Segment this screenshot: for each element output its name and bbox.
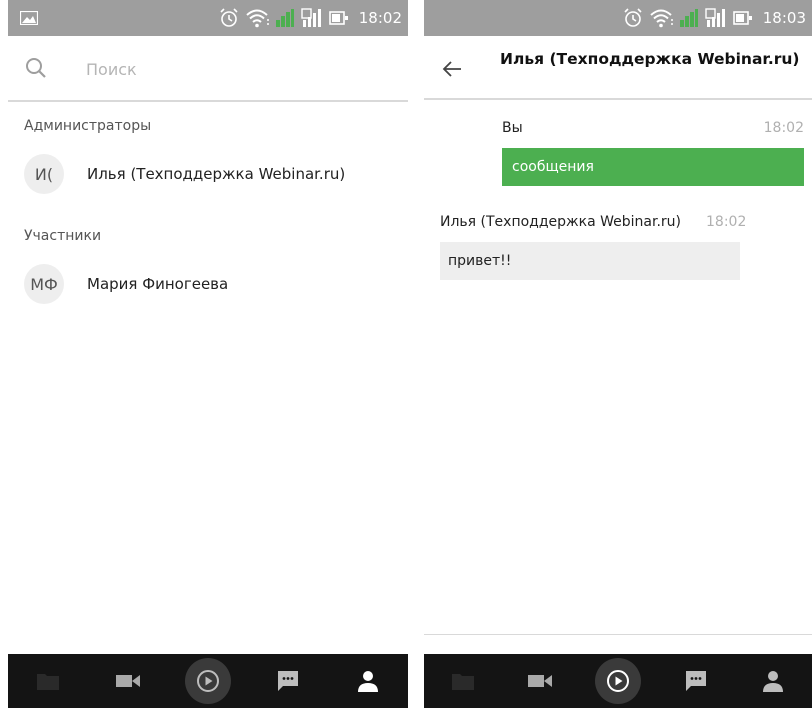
chat-header: Илья (Техподдержка Webinar.ru) xyxy=(424,36,812,100)
search-icon xyxy=(26,58,46,78)
search-bar xyxy=(8,36,408,102)
person-icon xyxy=(763,671,784,692)
signal-sim2-icon xyxy=(705,8,725,27)
incoming-message-bubble: привет!! xyxy=(440,242,740,280)
user-row-admin[interactable]: И( Илья (Техподдержка Webinar.ru) xyxy=(8,146,408,202)
search-input[interactable] xyxy=(84,50,388,88)
section-title-participants: Участники xyxy=(24,228,102,244)
alarm-icon xyxy=(624,8,642,27)
message-author: Илья (Техподдержка Webinar.ru) xyxy=(440,214,682,230)
nav-video[interactable] xyxy=(105,658,151,704)
participants-screen: 18:02 Администраторы И( Илья (Техподдерж… xyxy=(8,0,408,708)
battery-icon xyxy=(328,11,348,25)
status-time: 18:02 xyxy=(358,9,402,27)
my-message-bubble: сообщения xyxy=(502,148,804,186)
status-bar: 18:02 xyxy=(8,0,408,36)
status-time: 18:03 xyxy=(762,9,806,27)
message-time: 18:02 xyxy=(706,214,747,230)
user-row-participant[interactable]: МФ Мария Финогеева xyxy=(8,256,408,312)
battery-icon xyxy=(732,11,752,25)
video-camera-icon xyxy=(116,675,140,687)
chat-icon xyxy=(278,671,298,691)
nav-video[interactable] xyxy=(517,658,563,704)
signal-sim1-icon xyxy=(275,9,294,27)
avatar: И( xyxy=(24,154,64,194)
gallery-notification-icon xyxy=(20,11,38,25)
alarm-icon xyxy=(220,8,238,27)
bottom-nav xyxy=(8,654,408,708)
section-title-admins: Администраторы xyxy=(24,118,152,134)
person-icon xyxy=(358,671,378,692)
message-composer xyxy=(424,634,812,681)
user-name: Илья (Техподдержка Webinar.ru) xyxy=(87,165,346,183)
bottom-nav xyxy=(424,654,812,708)
play-circle-icon xyxy=(606,670,629,692)
message-author: Вы xyxy=(502,120,523,136)
avatar: МФ xyxy=(24,264,64,304)
nav-files[interactable] xyxy=(25,658,71,704)
video-camera-icon xyxy=(528,675,553,687)
folder-icon xyxy=(451,674,474,690)
nav-broadcast[interactable] xyxy=(185,658,231,704)
status-bar: 18:03 xyxy=(424,0,812,36)
nav-broadcast[interactable] xyxy=(594,658,641,704)
signal-sim2-icon xyxy=(301,8,321,27)
nav-chat[interactable] xyxy=(673,658,719,704)
folder-icon xyxy=(37,674,59,690)
back-arrow-icon[interactable] xyxy=(442,60,462,78)
message-time: 18:02 xyxy=(763,120,804,136)
nav-participants[interactable] xyxy=(750,658,796,704)
wifi-icon xyxy=(650,9,673,28)
nav-participants[interactable] xyxy=(345,658,391,704)
nav-chat[interactable] xyxy=(265,658,311,704)
play-circle-icon xyxy=(197,670,219,692)
wifi-icon xyxy=(246,9,269,28)
signal-sim1-icon xyxy=(679,9,698,27)
chat-screen: 18:03 Илья (Техподдержка Webinar.ru) Вы … xyxy=(424,0,812,708)
chat-icon xyxy=(685,671,706,691)
chat-title: Илья (Техподдержка Webinar.ru) xyxy=(500,50,800,68)
nav-files[interactable] xyxy=(440,658,486,704)
user-name: Мария Финогеева xyxy=(87,275,229,293)
